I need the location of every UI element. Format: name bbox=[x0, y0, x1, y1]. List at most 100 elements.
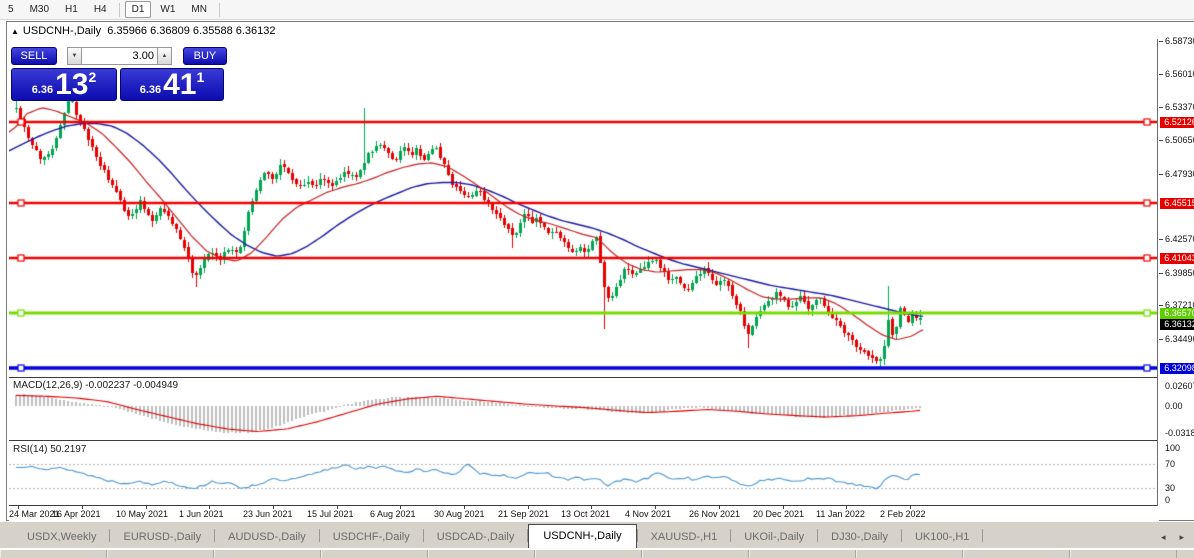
price-axis-tick bbox=[1159, 74, 1163, 75]
timeframe-button-h4[interactable]: H4 bbox=[87, 1, 114, 18]
price-axis-tick bbox=[1159, 339, 1163, 340]
price-axis-tick bbox=[1159, 41, 1163, 42]
sell-price-button[interactable]: 6.36 13 2 bbox=[11, 68, 117, 101]
toolbar-separator bbox=[219, 3, 220, 17]
sell-price-point: 2 bbox=[89, 69, 97, 85]
timeframe-button-h1[interactable]: H1 bbox=[58, 1, 85, 18]
timeframe-button-m30[interactable]: M30 bbox=[23, 1, 56, 18]
date-axis-label: 26 Nov 2021 bbox=[689, 509, 740, 519]
collapse-triangle-icon[interactable]: ▲ bbox=[11, 27, 19, 36]
status-bar-section bbox=[214, 550, 321, 558]
rsi-axis-label: 0 bbox=[1165, 495, 1170, 505]
price-axis-separator bbox=[1157, 39, 1158, 506]
timeframe-button-w1[interactable]: W1 bbox=[153, 1, 182, 18]
price-axis-label: 6.53370 bbox=[1165, 102, 1194, 112]
date-axis-label: 13 Oct 2021 bbox=[561, 509, 610, 519]
timeframe-toolbar: 5M30H1H4 D1W1MN bbox=[0, 0, 1194, 20]
status-bar-section bbox=[428, 550, 535, 558]
status-bar bbox=[0, 549, 1194, 558]
buy-button[interactable]: BUY bbox=[183, 47, 227, 65]
macd-axis-label: 0.02607 bbox=[1165, 381, 1194, 391]
price-axis-tick bbox=[1159, 174, 1163, 175]
status-bar-section bbox=[107, 550, 214, 558]
trading-platform-window: 5M30H1H4 D1W1MN ▲ USDCNH-,Daily 6.35966 6.… bbox=[0, 0, 1194, 558]
sell-button[interactable]: SELL bbox=[11, 47, 57, 65]
rsi-indicator-label: RSI(14) 50.2197 bbox=[13, 444, 86, 455]
tab-scroll-left-icon[interactable]: ◂ bbox=[1161, 533, 1166, 542]
date-axis-label: 2 Feb 2022 bbox=[880, 509, 926, 519]
price-level-badge: 6.36132 bbox=[1160, 319, 1194, 330]
tab-scroll-right-icon[interactable]: ▸ bbox=[1179, 533, 1184, 542]
buy-price-pips: 41 bbox=[163, 71, 196, 99]
timeframe-button-5[interactable]: 5 bbox=[1, 1, 21, 18]
status-bar-section bbox=[642, 550, 749, 558]
pane-separator[interactable] bbox=[9, 377, 1157, 378]
tab-audusd-daily[interactable]: AUDUSD-,Daily bbox=[215, 527, 319, 548]
price-axis-tick bbox=[1159, 140, 1163, 141]
tab-separator bbox=[982, 529, 983, 542]
date-axis-label: 11 Jan 2022 bbox=[816, 509, 865, 519]
pane-separator[interactable] bbox=[9, 440, 1157, 441]
volume-decrease-button[interactable]: ▼ bbox=[67, 47, 82, 65]
rsi-axis-label: 70 bbox=[1165, 459, 1175, 469]
status-bar-section bbox=[535, 550, 642, 558]
price-axis-tick bbox=[1159, 107, 1163, 108]
price-axis-tick bbox=[1159, 239, 1163, 240]
price-axis-tick bbox=[1159, 273, 1163, 274]
buy-price-prefix: 6.36 bbox=[140, 84, 161, 96]
date-axis-label: 23 Jun 2021 bbox=[243, 509, 293, 519]
sell-price-pips: 13 bbox=[55, 71, 88, 99]
date-axis-label: 30 Aug 2021 bbox=[434, 509, 485, 519]
price-level-badge: 6.52126 bbox=[1160, 117, 1194, 128]
tab-xauusd-h1[interactable]: XAUUSD-,H1 bbox=[638, 527, 731, 548]
buy-price-button[interactable]: 6.36 41 1 bbox=[120, 68, 224, 101]
chart-title: ▲ USDCNH-,Daily 6.35966 6.36809 6.35588 6… bbox=[11, 25, 276, 37]
date-axis-label: 21 Sep 2021 bbox=[498, 509, 549, 519]
price-axis-label: 6.56010 bbox=[1165, 69, 1194, 79]
date-axis-label: 4 Nov 2021 bbox=[625, 509, 671, 519]
tab-ukoil-daily[interactable]: UKOil-,Daily bbox=[731, 527, 817, 548]
tab-uk100-h1[interactable]: UK100-,H1 bbox=[902, 527, 982, 548]
tab-dj30-daily[interactable]: DJ30-,Daily bbox=[818, 527, 901, 548]
macd-axis-label: 0.00 bbox=[1165, 401, 1183, 411]
chart-tab-bar: USDX,WeeklyEURUSD-,DailyAUDUSD-,DailyUSD… bbox=[0, 522, 1194, 548]
status-bar-section bbox=[321, 550, 428, 558]
price-axis-tick bbox=[1159, 305, 1163, 306]
macd-axis-label: -0.031872 bbox=[1165, 428, 1194, 438]
status-bar-section bbox=[963, 550, 1070, 558]
chart-ohlc-values: 6.35966 6.36809 6.35588 6.36132 bbox=[107, 25, 275, 37]
volume-input[interactable] bbox=[82, 47, 157, 65]
macd-indicator-label: MACD(12,26,9) -0.002237 -0.004949 bbox=[13, 380, 178, 391]
rsi-axis-label: 30 bbox=[1165, 483, 1175, 493]
timeframe-button-mn[interactable]: MN bbox=[184, 1, 214, 18]
tab-usdcad-daily[interactable]: USDCAD-,Daily bbox=[424, 527, 528, 548]
sell-price-prefix: 6.36 bbox=[32, 84, 53, 96]
price-axis-label: 6.58730 bbox=[1165, 36, 1194, 46]
chart-symbol-label: USDCNH-,Daily bbox=[23, 25, 101, 37]
rsi-pane-canvas[interactable] bbox=[9, 442, 1157, 506]
volume-increase-button[interactable]: ▲ bbox=[157, 47, 172, 65]
macd-pane-canvas[interactable] bbox=[9, 379, 1157, 439]
tab-usdchf-daily[interactable]: USDCHF-,Daily bbox=[320, 527, 423, 548]
tab-usdx-weekly[interactable]: USDX,Weekly bbox=[14, 527, 109, 548]
rsi-axis-label: 100 bbox=[1165, 443, 1180, 453]
volume-stepper: ▼ ▲ bbox=[67, 47, 172, 65]
status-bar-section bbox=[0, 550, 107, 558]
toolbar-separator bbox=[119, 3, 120, 17]
date-axis-label: 15 Jul 2021 bbox=[307, 509, 354, 519]
price-axis-label: 6.47930 bbox=[1165, 169, 1194, 179]
tab-eurusd-daily[interactable]: EURUSD-,Daily bbox=[110, 527, 214, 548]
date-axis-label: 6 Aug 2021 bbox=[370, 509, 416, 519]
chart-window: ▲ USDCNH-,Daily 6.35966 6.36809 6.35588 6… bbox=[6, 21, 1194, 521]
status-bar-section bbox=[1070, 550, 1177, 558]
price-axis-label: 6.34490 bbox=[1165, 334, 1194, 344]
status-bar-section bbox=[856, 550, 963, 558]
date-axis[interactable]: 24 Mar 202116 Apr 202110 May 20211 Jun 2… bbox=[9, 506, 1159, 523]
one-click-trade-panel: SELL ▼ ▲ BUY 6.36 13 2 6.36 41 1 bbox=[11, 47, 227, 101]
status-bar-section bbox=[749, 550, 856, 558]
date-axis-label: 10 May 2021 bbox=[116, 509, 168, 519]
price-axis-label: 6.42570 bbox=[1165, 234, 1194, 244]
tab-usdcnh-daily[interactable]: USDCNH-,Daily bbox=[528, 524, 636, 548]
date-axis-label: 16 Apr 2021 bbox=[52, 509, 101, 519]
timeframe-button-d1[interactable]: D1 bbox=[125, 1, 152, 18]
